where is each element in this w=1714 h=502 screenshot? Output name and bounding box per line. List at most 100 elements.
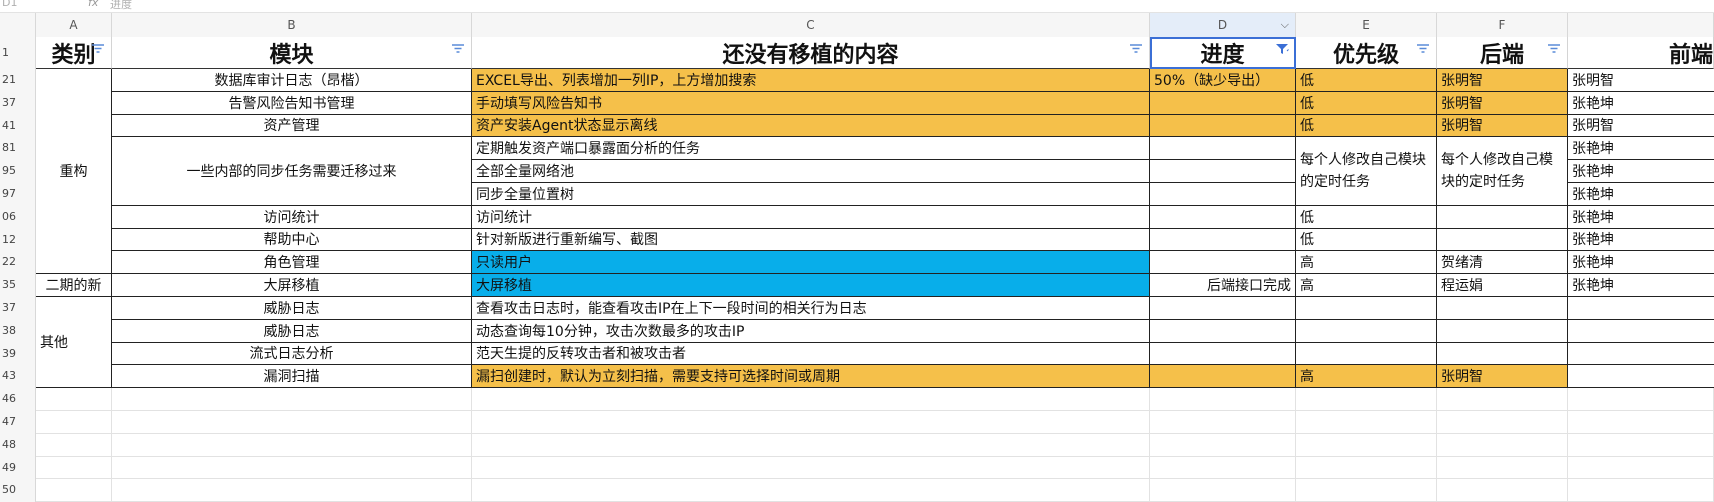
frontend-cell[interactable]: 张明智 <box>1568 115 1714 138</box>
priority-cell[interactable]: 高 <box>1296 365 1437 389</box>
module-cell[interactable]: 威胁日志 <box>112 297 472 320</box>
progress-cell[interactable] <box>1150 160 1296 183</box>
row-number[interactable]: 46 <box>0 388 36 411</box>
row-number[interactable]: 81 <box>0 137 36 161</box>
module-cell[interactable]: 威胁日志 <box>112 319 472 343</box>
empty-cell[interactable] <box>112 456 472 480</box>
row-number[interactable]: 38 <box>0 319 36 343</box>
content-cell[interactable]: 针对新版进行重新编写、截图 <box>472 228 1150 252</box>
backend-cell[interactable] <box>1437 319 1568 343</box>
module-cell[interactable]: 告警风险告知书管理 <box>112 91 472 115</box>
backend-cell[interactable]: 程运娟 <box>1437 274 1568 297</box>
column-header-a[interactable]: A <box>36 13 112 37</box>
module-cell[interactable]: 帮助中心 <box>112 228 472 252</box>
progress-cell[interactable] <box>1150 137 1296 161</box>
frontend-cell[interactable]: 张艳坤 <box>1568 183 1714 206</box>
column-header-f[interactable]: F <box>1437 13 1568 37</box>
content-cell[interactable]: 同步全量位置树 <box>472 183 1150 206</box>
spreadsheet-grid[interactable]: D1 fx 进度 A B C D ⌵ E F G 121374181959706… <box>0 0 1714 502</box>
progress-cell[interactable]: 50%（缺少导出） <box>1150 69 1296 92</box>
module-cell[interactable]: 数据库审计日志（昂楷） <box>112 69 472 92</box>
empty-cell[interactable] <box>1150 433 1296 457</box>
content-cell[interactable]: EXCEL导出、列表增加一列IP，上方增加搜索 <box>472 69 1150 92</box>
filter-icon[interactable] <box>1416 43 1430 55</box>
empty-cell[interactable] <box>1568 479 1714 502</box>
progress-cell[interactable] <box>1150 91 1296 115</box>
header-category[interactable]: 类别 <box>36 37 112 69</box>
backend-cell[interactable]: 贺绪清 <box>1437 251 1568 275</box>
empty-cell[interactable] <box>472 411 1150 434</box>
empty-cell[interactable] <box>1296 411 1437 434</box>
empty-cell[interactable] <box>112 479 472 502</box>
frontend-cell[interactable]: 张艳坤 <box>1568 137 1714 161</box>
column-header-b[interactable]: B <box>112 13 472 37</box>
row-number[interactable]: 35 <box>0 274 36 297</box>
frontend-cell[interactable]: 张艳坤 <box>1568 206 1714 229</box>
frontend-cell[interactable] <box>1568 343 1714 366</box>
frontend-cell[interactable]: 张明智 <box>1568 69 1714 92</box>
cell-reference[interactable]: D1 <box>2 0 17 9</box>
corner-cell[interactable] <box>0 13 36 37</box>
row-number[interactable]: 43 <box>0 365 36 389</box>
row-number[interactable]: 41 <box>0 114 36 138</box>
row-number[interactable]: 06 <box>0 205 36 229</box>
backend-cell[interactable]: 张明智 <box>1437 91 1568 115</box>
module-cell[interactable]: 一些内部的同步任务需要迁移过来 <box>112 137 472 206</box>
row-number[interactable]: 95 <box>0 160 36 183</box>
empty-cell[interactable] <box>1150 456 1296 480</box>
empty-cell[interactable] <box>1150 411 1296 434</box>
module-cell[interactable]: 访问统计 <box>112 205 472 229</box>
filter-icon[interactable] <box>1129 43 1143 55</box>
progress-cell[interactable]: 后端接口完成 <box>1150 274 1296 297</box>
row-number[interactable]: 97 <box>0 183 36 206</box>
empty-cell[interactable] <box>1437 388 1568 411</box>
row-number[interactable]: 1 <box>0 37 36 69</box>
header-backend[interactable]: 后端 <box>1437 37 1568 69</box>
chevron-down-icon[interactable]: ⌵ <box>1281 13 1289 37</box>
content-cell[interactable]: 手动填写风险告知书 <box>472 91 1150 115</box>
empty-cell[interactable] <box>1437 433 1568 457</box>
backend-cell[interactable] <box>1437 297 1568 320</box>
content-cell[interactable]: 大屏移植 <box>472 274 1150 297</box>
empty-cell[interactable] <box>1296 479 1437 502</box>
empty-cell[interactable] <box>1568 433 1714 457</box>
empty-cell[interactable] <box>1296 388 1437 411</box>
frontend-cell[interactable]: 张艳坤 <box>1568 251 1714 275</box>
row-number[interactable]: 47 <box>0 411 36 434</box>
filter-active-icon[interactable] <box>1275 43 1289 55</box>
empty-cell[interactable] <box>1296 433 1437 457</box>
empty-cell[interactable] <box>1437 456 1568 480</box>
formula-bar[interactable]: D1 fx 进度 <box>0 0 1714 13</box>
backend-cell[interactable] <box>1437 228 1568 252</box>
category-phase2[interactable]: 二期的新 <box>36 274 112 297</box>
frontend-cell[interactable]: 张艳坤 <box>1568 229 1714 252</box>
row-number[interactable]: 39 <box>0 342 36 366</box>
header-priority[interactable]: 优先级 <box>1296 37 1437 69</box>
content-cell[interactable]: 访问统计 <box>472 205 1150 229</box>
frontend-cell[interactable] <box>1568 365 1714 389</box>
content-cell[interactable]: 定期触发资产端口暴露面分析的任务 <box>472 137 1150 161</box>
priority-cell[interactable]: 高 <box>1296 251 1437 275</box>
backend-cell[interactable]: 每个人修改自己模块的定时任务 <box>1437 137 1568 206</box>
module-cell[interactable]: 漏洞扫描 <box>112 365 472 389</box>
priority-cell[interactable] <box>1296 319 1437 343</box>
empty-cell[interactable] <box>36 479 112 502</box>
priority-cell[interactable]: 低 <box>1296 205 1437 229</box>
backend-cell[interactable] <box>1437 205 1568 229</box>
module-cell[interactable]: 流式日志分析 <box>112 342 472 366</box>
empty-cell[interactable] <box>112 411 472 434</box>
header-module[interactable]: 模块 <box>112 37 472 69</box>
empty-cell[interactable] <box>36 456 112 480</box>
empty-cell[interactable] <box>1437 411 1568 434</box>
progress-cell[interactable] <box>1150 365 1296 389</box>
priority-cell[interactable] <box>1296 342 1437 366</box>
empty-cell[interactable] <box>1296 456 1437 480</box>
filter-icon[interactable] <box>451 43 465 55</box>
empty-cell[interactable] <box>1568 411 1714 434</box>
empty-cell[interactable] <box>36 411 112 434</box>
header-content[interactable]: 还没有移植的内容 <box>472 37 1150 69</box>
progress-cell[interactable] <box>1150 342 1296 366</box>
column-header-c[interactable]: C <box>472 13 1150 37</box>
empty-cell[interactable] <box>1150 479 1296 502</box>
formula-value[interactable]: 进度 <box>110 0 132 12</box>
